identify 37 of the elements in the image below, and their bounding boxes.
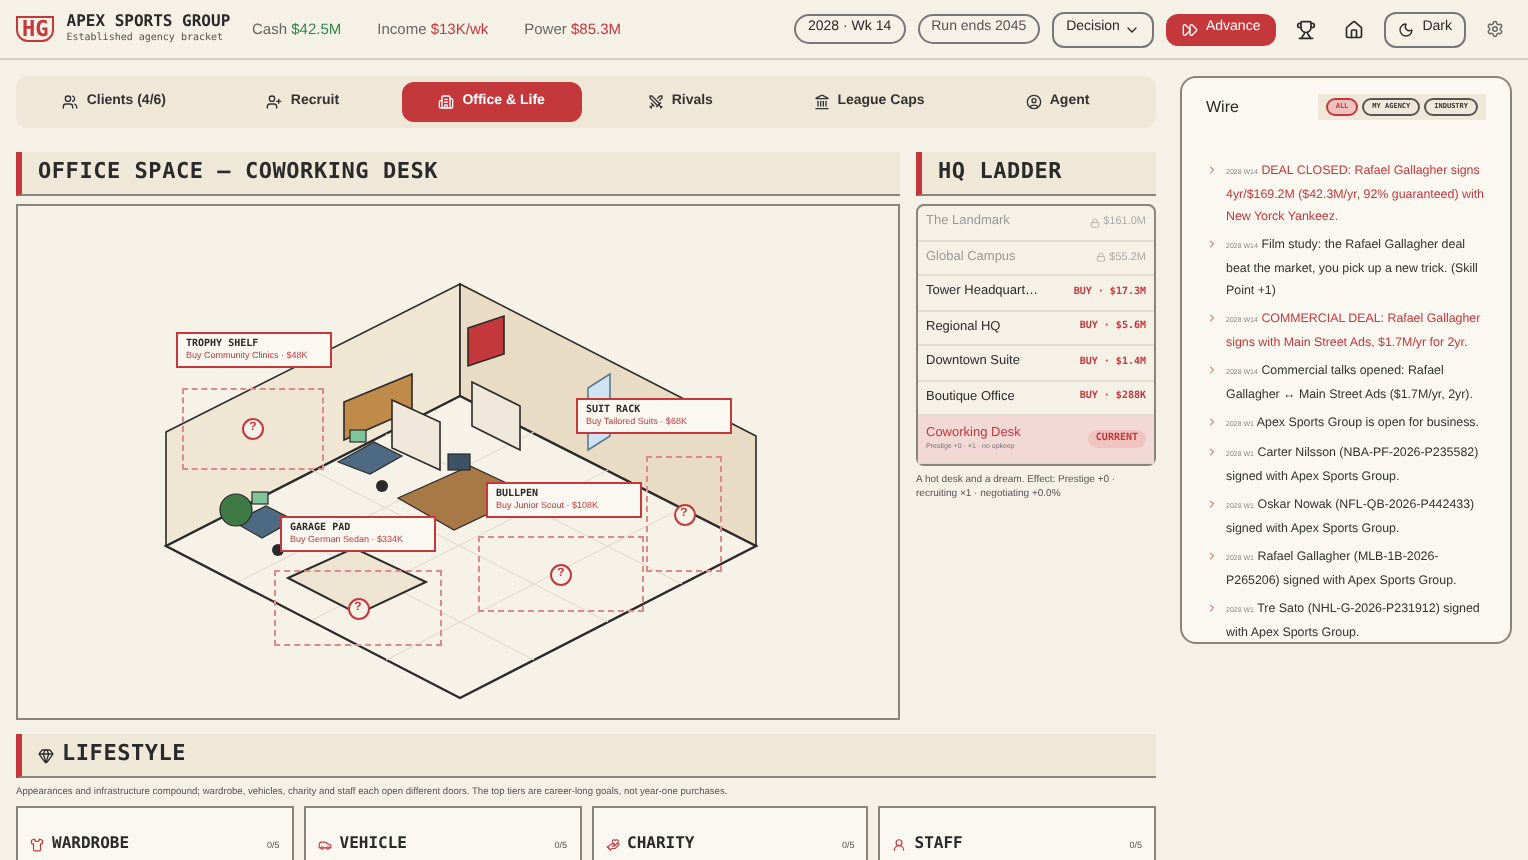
- section-title: HQ LADDER: [938, 156, 1063, 189]
- bank-icon: [813, 94, 830, 110]
- shirt-icon: [30, 837, 44, 852]
- user-circle-icon: [1025, 94, 1042, 110]
- chevron-right-icon: [1206, 238, 1218, 251]
- chevron-right-icon: [1206, 498, 1218, 511]
- agency-name: APEX SPORTS GROUP: [66, 14, 231, 30]
- home-icon[interactable]: [1344, 19, 1365, 39]
- card-title: WARDROBE: [52, 832, 130, 857]
- lock-icon: [1089, 217, 1100, 228]
- settings-icon[interactable]: [1486, 20, 1504, 38]
- section-title: LIFESTYLE: [62, 738, 187, 771]
- fast-forward-icon: [1181, 21, 1198, 37]
- moon-icon: [1398, 21, 1415, 37]
- user-plus-icon: [266, 94, 283, 110]
- card-title: CHARITY: [627, 832, 695, 857]
- chevron-right-icon: [1206, 602, 1218, 615]
- trophy-icon[interactable]: [1296, 19, 1317, 39]
- chevron-right-icon: [1206, 550, 1218, 563]
- crossed-swords-icon: [647, 94, 664, 110]
- card-title: VEHICLE: [339, 832, 407, 857]
- users-icon: [62, 94, 79, 110]
- card-title: STAFF: [914, 832, 963, 857]
- lock-icon: [1095, 252, 1106, 263]
- chevron-right-icon: [1206, 364, 1218, 377]
- chevron-right-icon: [1206, 312, 1218, 325]
- car-icon: [317, 837, 332, 852]
- gem-icon: [38, 747, 54, 763]
- chevron-right-icon: [1206, 164, 1218, 177]
- section-title: OFFICE SPACE — COWORKING DESK: [38, 156, 439, 189]
- heart-hand-icon: [605, 837, 619, 852]
- building-icon: [438, 94, 455, 110]
- user-icon: [892, 837, 907, 852]
- chevron-right-icon: [1206, 416, 1218, 429]
- chevron-right-icon: [1206, 446, 1218, 459]
- wire-title: Wire: [1206, 95, 1239, 120]
- logo: HG: [16, 16, 55, 42]
